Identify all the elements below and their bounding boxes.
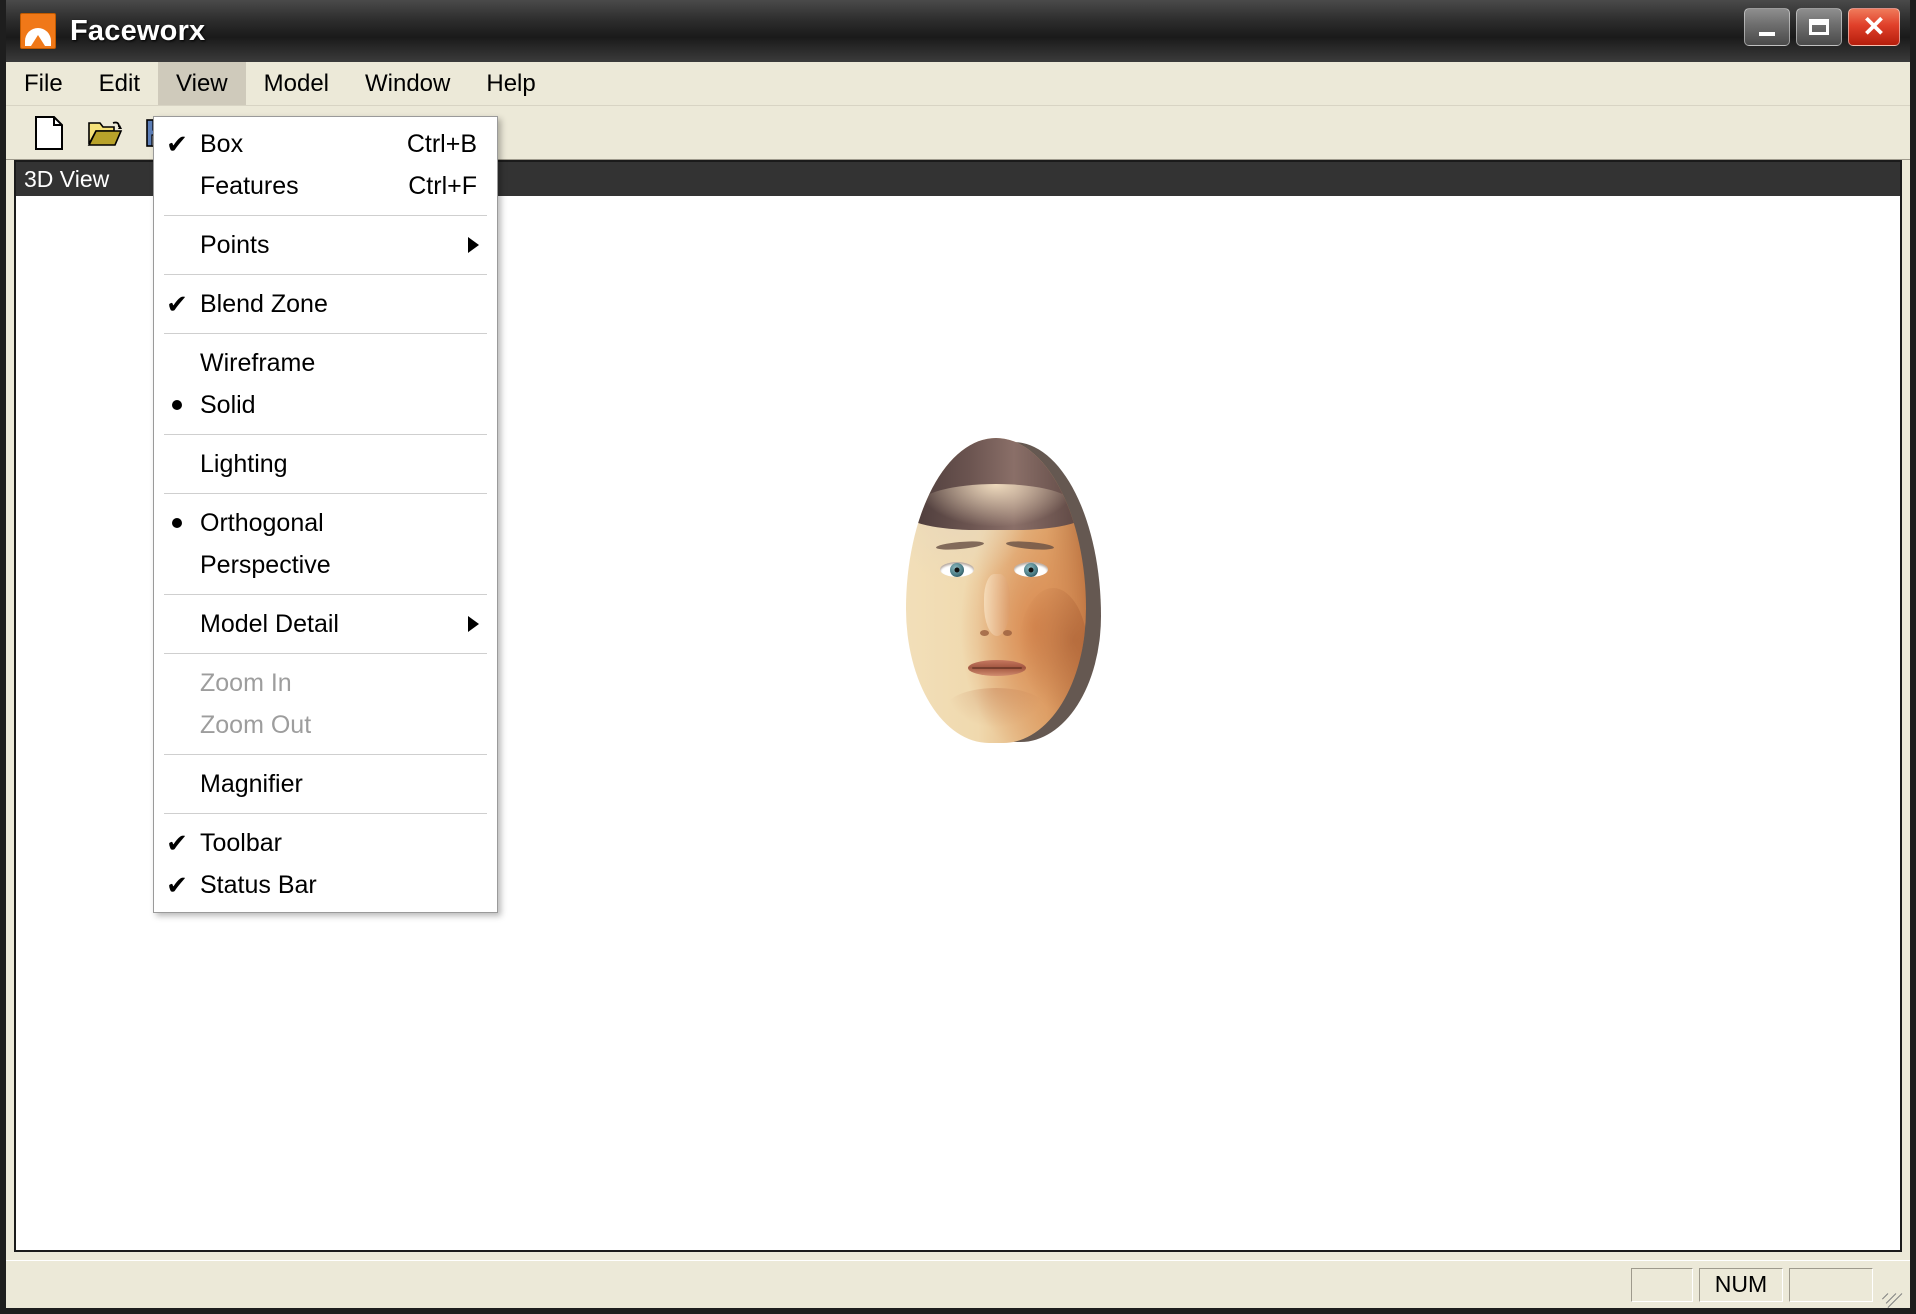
menu-item-perspective[interactable]: Perspective xyxy=(154,544,497,586)
menu-item-label: Wireframe xyxy=(200,349,485,378)
menu-item-shortcut: Ctrl+B xyxy=(383,130,485,159)
iris-right xyxy=(1024,563,1038,577)
window-controls: ✕ xyxy=(1744,8,1900,46)
cheek-shading xyxy=(1018,588,1086,718)
menu-item-zoom-in: Zoom In xyxy=(154,662,497,704)
radio-dot-icon xyxy=(154,400,200,410)
status-pane-num: NUM xyxy=(1699,1268,1783,1302)
menu-item-label: Orthogonal xyxy=(200,509,485,538)
title-bar[interactable]: Faceworx ✕ xyxy=(6,0,1910,62)
maximize-icon xyxy=(1809,19,1829,35)
eye-right xyxy=(1014,562,1048,577)
mdi-child-title: 3D View xyxy=(24,166,109,193)
menu-item-magnifier[interactable]: Magnifier xyxy=(154,763,497,805)
status-bar: NUM xyxy=(6,1260,1910,1308)
status-pane-left xyxy=(1631,1268,1693,1302)
menu-item-label: Zoom Out xyxy=(200,711,485,740)
menu-item-label: Status Bar xyxy=(200,871,485,900)
checkmark-icon: ✔ xyxy=(154,830,200,856)
maximize-button[interactable] xyxy=(1796,8,1842,46)
status-pane-right xyxy=(1789,1268,1873,1302)
new-document-button[interactable] xyxy=(26,112,72,154)
iris-left xyxy=(950,563,964,577)
menu-item-solid[interactable]: Solid xyxy=(154,384,497,426)
menu-item-label: Zoom In xyxy=(200,669,485,698)
checkmark-icon: ✔ xyxy=(154,872,200,898)
close-icon: ✕ xyxy=(1862,13,1885,41)
menubar-item-view[interactable]: View xyxy=(158,62,246,105)
application-window: Faceworx ✕ File Edit View Model Window H… xyxy=(0,0,1916,1314)
menubar-item-file[interactable]: File xyxy=(6,62,81,105)
hair-region xyxy=(906,438,1086,530)
window-title: Faceworx xyxy=(70,15,205,48)
menubar-item-window[interactable]: Window xyxy=(347,62,468,105)
new-document-icon xyxy=(34,116,64,150)
menubar-item-model[interactable]: Model xyxy=(246,62,347,105)
menu-separator xyxy=(164,215,487,216)
menu-item-label: Points xyxy=(200,231,456,260)
menu-item-label: Solid xyxy=(200,391,485,420)
menu-separator xyxy=(164,493,487,494)
menu-item-model-detail[interactable]: Model Detail xyxy=(154,603,497,645)
menu-item-blend-zone[interactable]: ✔Blend Zone xyxy=(154,283,497,325)
menu-separator xyxy=(164,813,487,814)
menu-item-label: Box xyxy=(200,130,383,159)
menu-item-points[interactable]: Points xyxy=(154,224,497,266)
checkmark-icon: ✔ xyxy=(154,291,200,317)
menu-item-label: Perspective xyxy=(200,551,485,580)
minimize-button[interactable] xyxy=(1744,8,1790,46)
open-folder-icon xyxy=(87,117,123,149)
menu-item-lighting[interactable]: Lighting xyxy=(154,443,497,485)
eyebrow-right xyxy=(1006,540,1054,551)
menu-separator xyxy=(164,434,487,435)
eyebrow-left xyxy=(936,540,984,551)
menu-separator xyxy=(164,754,487,755)
menu-item-label: Features xyxy=(200,172,384,201)
radio-dot-icon xyxy=(154,518,200,528)
menu-item-features[interactable]: FeaturesCtrl+F xyxy=(154,165,497,207)
nostril-right xyxy=(1003,630,1012,636)
view-dropdown-menu: ✔BoxCtrl+BFeaturesCtrl+FPoints✔Blend Zon… xyxy=(153,116,498,913)
menu-separator xyxy=(164,594,487,595)
minimize-icon xyxy=(1759,32,1775,36)
resize-grip-icon[interactable] xyxy=(1876,1271,1904,1299)
close-button[interactable]: ✕ xyxy=(1848,8,1900,46)
menu-item-label: Model Detail xyxy=(200,610,456,639)
menu-item-toolbar[interactable]: ✔Toolbar xyxy=(154,822,497,864)
menu-bar: File Edit View Model Window Help xyxy=(6,62,1910,106)
checkmark-icon: ✔ xyxy=(154,131,200,157)
menubar-item-edit[interactable]: Edit xyxy=(81,62,158,105)
faceworx-app-icon xyxy=(20,13,56,49)
nose xyxy=(984,574,1010,636)
open-file-button[interactable] xyxy=(82,112,128,154)
face-surface xyxy=(906,438,1086,743)
menu-item-status-bar[interactable]: ✔Status Bar xyxy=(154,864,497,906)
menu-separator xyxy=(164,333,487,334)
menu-separator xyxy=(164,653,487,654)
menu-item-label: Magnifier xyxy=(200,770,485,799)
menubar-item-help[interactable]: Help xyxy=(468,62,553,105)
face-3d-model[interactable] xyxy=(898,428,1118,748)
submenu-arrow-icon xyxy=(468,616,479,632)
menu-item-label: Lighting xyxy=(200,450,485,479)
eye-left xyxy=(940,562,974,577)
menu-item-label: Blend Zone xyxy=(200,290,485,319)
mouth xyxy=(968,660,1026,676)
menu-item-label: Toolbar xyxy=(200,829,485,858)
menu-item-wireframe[interactable]: Wireframe xyxy=(154,342,497,384)
submenu-arrow-icon xyxy=(468,237,479,253)
menu-item-orthogonal[interactable]: Orthogonal xyxy=(154,502,497,544)
menu-item-box[interactable]: ✔BoxCtrl+B xyxy=(154,123,497,165)
menu-separator xyxy=(164,274,487,275)
menu-item-shortcut: Ctrl+F xyxy=(384,172,485,201)
nostril-left xyxy=(980,630,989,636)
menu-item-zoom-out: Zoom Out xyxy=(154,704,497,746)
